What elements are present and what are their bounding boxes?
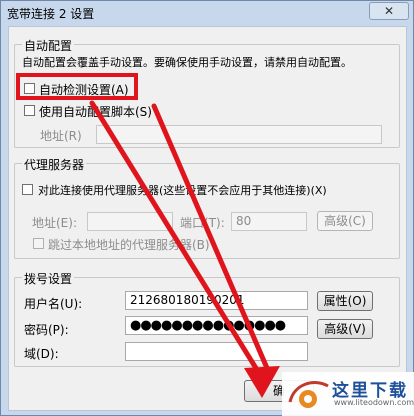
watermark-url: www.liteodown.com xyxy=(334,398,414,407)
arrow-to-ok xyxy=(89,100,265,381)
watermark: 这里下载 www.liteodown.com xyxy=(282,372,414,416)
arrow-to-ok-secondary xyxy=(151,103,273,378)
annotation-arrows xyxy=(89,100,280,398)
watermark-logo-icon xyxy=(288,381,329,408)
arrow-head xyxy=(244,366,280,398)
